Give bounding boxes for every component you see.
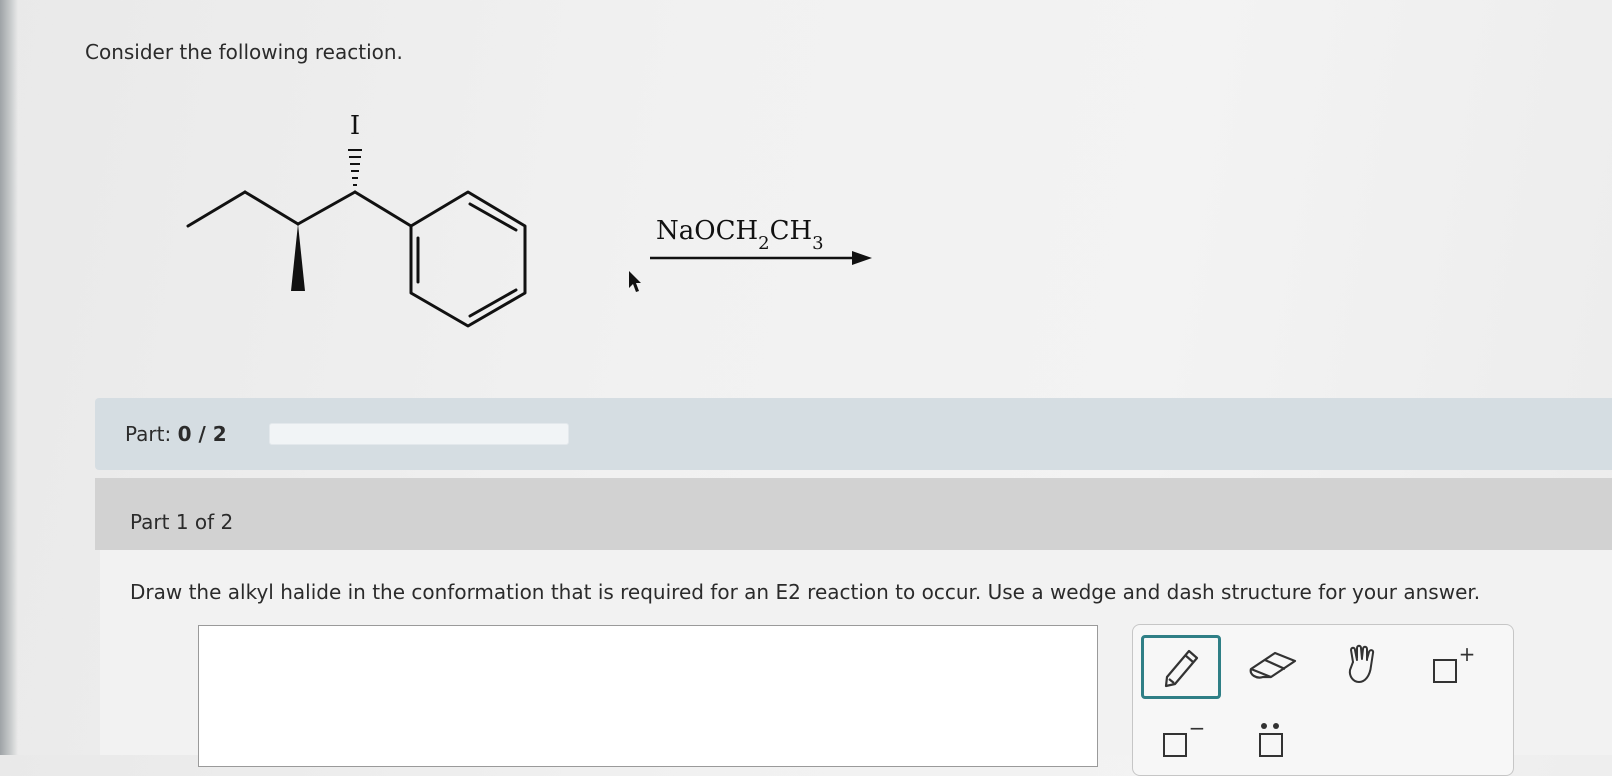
question-text: Draw the alkyl halide in the conformatio… (130, 580, 1481, 604)
remove-charge-icon (1162, 733, 1187, 757)
part-progress-value: 0 / 2 (177, 422, 227, 446)
add-charge-icon (1432, 659, 1457, 683)
eraser-icon (1249, 651, 1297, 679)
alkyl-halide-structure: I (186, 111, 527, 328)
bond (186, 190, 247, 228)
arrow-head (852, 251, 872, 265)
plus-symbol: + (1458, 642, 1476, 666)
bond (296, 190, 357, 226)
bond (353, 190, 413, 228)
drawing-toolbar: + − (1132, 624, 1514, 776)
part-progress-bar: Part: 0 / 2 (95, 398, 1612, 470)
hand-icon (1348, 644, 1375, 683)
lone-pair-icon (1259, 723, 1283, 757)
mouse-pointer-icon (629, 271, 641, 292)
bond (243, 190, 300, 226)
part-header-label: Part 1 of 2 (130, 510, 234, 534)
dash-bond (348, 149, 362, 186)
pencil-tool-button[interactable] (1141, 635, 1221, 699)
eraser-tool-button[interactable] (1241, 641, 1305, 689)
progress-track (269, 423, 569, 445)
remove-charge-tool-button[interactable]: − (1153, 713, 1213, 763)
pencil-icon (1164, 649, 1199, 688)
question-body: Draw the alkyl halide in the conformatio… (100, 550, 1612, 776)
wedge-bond (291, 224, 305, 291)
add-charge-tool-button[interactable]: + (1423, 641, 1483, 691)
lone-pair-tool-button[interactable] (1241, 713, 1301, 763)
screen-edge (0, 0, 18, 755)
benzene-ring (409, 190, 527, 328)
minus-symbol: − (1188, 716, 1206, 740)
part-progress-label: Part: 0 / 2 (125, 422, 227, 446)
reagent-label: NaOCH2CH3 (656, 216, 824, 254)
part-header: Part 1 of 2 (95, 478, 1612, 550)
drawing-canvas[interactable] (198, 625, 1098, 767)
iodine-label: I (350, 111, 360, 141)
hand-tool-button[interactable] (1333, 637, 1393, 693)
question-prompt: Consider the following reaction. (85, 40, 403, 64)
reaction-arrow: NaOCH2CH3 (650, 216, 872, 265)
